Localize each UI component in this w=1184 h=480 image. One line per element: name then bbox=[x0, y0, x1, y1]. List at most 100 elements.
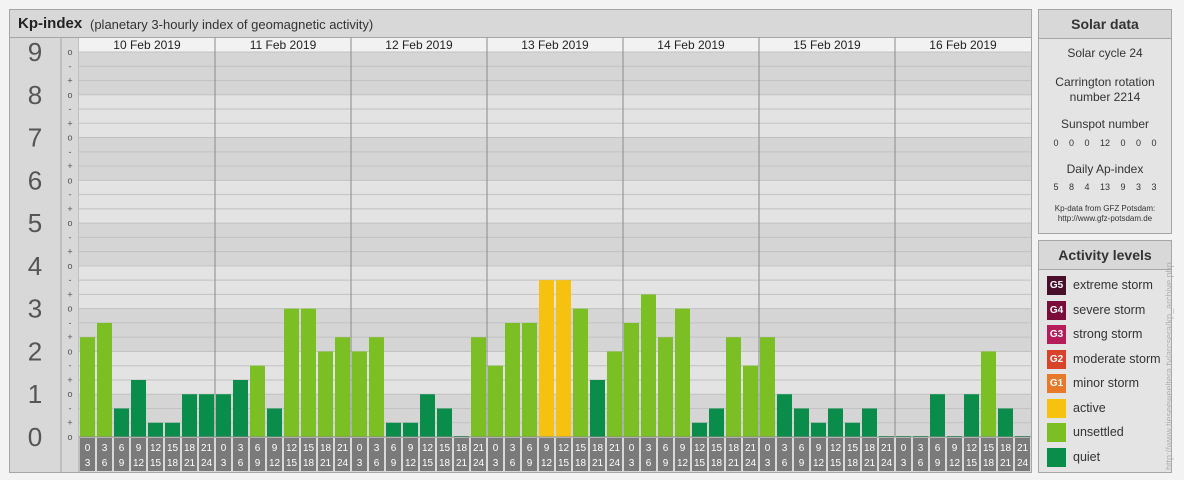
hour-tick-end: 24 bbox=[337, 458, 349, 469]
kp-bar bbox=[794, 408, 809, 437]
ap-label: Daily Ap-index bbox=[1066, 162, 1144, 176]
band bbox=[79, 137, 1031, 181]
hour-tick-start: 12 bbox=[558, 443, 570, 454]
kp-bar bbox=[148, 422, 163, 437]
kp-bar bbox=[80, 337, 95, 437]
hour-tick-end: 9 bbox=[527, 458, 533, 469]
level-label: unsettled bbox=[1073, 425, 1124, 439]
day-label: 13 Feb 2019 bbox=[521, 38, 589, 52]
y-tick-label: 8 bbox=[28, 80, 42, 110]
level-swatch bbox=[1047, 447, 1066, 467]
kp-bar bbox=[624, 322, 639, 437]
hour-tick-start: 9 bbox=[816, 443, 822, 454]
hour-tick-start: 15 bbox=[167, 443, 179, 454]
kp-bar bbox=[488, 365, 503, 437]
y-tick-label: 1 bbox=[28, 379, 42, 409]
day-label: 16 Feb 2019 bbox=[929, 38, 997, 52]
kp-bar bbox=[675, 308, 690, 437]
hour-tick-end: 21 bbox=[456, 458, 468, 469]
minor-tick-label: - bbox=[69, 232, 72, 242]
hour-tick-start: 15 bbox=[847, 443, 859, 454]
kp-bar bbox=[726, 337, 741, 437]
kp-bar bbox=[318, 351, 333, 437]
minor-tick-label: o bbox=[67, 218, 72, 228]
kp-bar bbox=[250, 365, 265, 437]
minor-tick-label: - bbox=[69, 190, 72, 200]
minor-tick-label: o bbox=[67, 389, 72, 399]
hour-tick-start: 9 bbox=[408, 443, 414, 454]
hour-tick-start: 6 bbox=[255, 443, 261, 454]
hour-tick-start: 9 bbox=[272, 443, 278, 454]
hour-tick-start: 6 bbox=[935, 443, 941, 454]
y-tick-label: 7 bbox=[28, 123, 42, 153]
hour-tick-end: 3 bbox=[221, 458, 227, 469]
activity-level-extreme-storm: G5 extreme storm bbox=[1047, 276, 1171, 296]
kp-bar bbox=[743, 365, 758, 437]
hour-tick-start: 21 bbox=[473, 443, 485, 454]
day-label: 10 Feb 2019 bbox=[113, 38, 181, 52]
hour-tick-end: 18 bbox=[167, 458, 179, 469]
band bbox=[79, 180, 1031, 224]
hour-tick-start: 3 bbox=[510, 443, 516, 454]
band bbox=[79, 94, 1031, 138]
minor-tick-label: + bbox=[67, 118, 72, 128]
activity-level-quiet: quiet bbox=[1047, 447, 1171, 468]
hour-tick-end: 12 bbox=[677, 458, 689, 469]
minor-tick-label: o bbox=[67, 47, 72, 57]
hour-tick-end: 9 bbox=[119, 458, 125, 469]
kp-bar bbox=[573, 308, 588, 437]
hour-tick-end: 6 bbox=[918, 458, 924, 469]
activity-level-active: active bbox=[1047, 398, 1171, 419]
hour-tick-start: 6 bbox=[391, 443, 397, 454]
minor-tick-label: - bbox=[69, 147, 72, 157]
minor-tick-label: o bbox=[67, 175, 72, 185]
hour-tick-start: 12 bbox=[286, 443, 298, 454]
hour-tick-end: 9 bbox=[255, 458, 261, 469]
hour-tick-end: 12 bbox=[133, 458, 145, 469]
level-label: strong storm bbox=[1073, 327, 1143, 341]
hour-tick-end: 18 bbox=[847, 458, 859, 469]
hour-tick-start: 21 bbox=[201, 443, 213, 454]
y-tick-label: 4 bbox=[28, 251, 42, 281]
kp-chart-frame: Kp-index (planetary 3-hourly index of ge… bbox=[9, 9, 1032, 473]
hour-tick-start: 9 bbox=[952, 443, 958, 454]
hour-tick-start: 9 bbox=[136, 443, 142, 454]
level-label: extreme storm bbox=[1073, 278, 1153, 292]
kp-bar bbox=[811, 422, 826, 437]
hour-tick-end: 3 bbox=[85, 458, 91, 469]
kp-bar bbox=[590, 379, 605, 437]
y-tick-label: 2 bbox=[28, 336, 42, 366]
minor-tick-label: + bbox=[67, 247, 72, 257]
hour-tick-end: 21 bbox=[184, 458, 196, 469]
hour-tick-end: 6 bbox=[782, 458, 788, 469]
hour-tick-end: 18 bbox=[439, 458, 451, 469]
minor-tick-label: - bbox=[69, 318, 72, 328]
band bbox=[79, 52, 1031, 95]
day-label: 11 Feb 2019 bbox=[250, 38, 317, 52]
hour-tick-end: 15 bbox=[286, 458, 298, 469]
kp-bar bbox=[981, 351, 996, 437]
hour-tick-end: 24 bbox=[609, 458, 621, 469]
hour-tick-end: 21 bbox=[864, 458, 876, 469]
minor-tick-label: + bbox=[67, 375, 72, 385]
level-swatch bbox=[1047, 398, 1066, 418]
hour-tick-start: 15 bbox=[983, 443, 995, 454]
hour-tick-start: 6 bbox=[799, 443, 805, 454]
hour-tick-start: 9 bbox=[544, 443, 550, 454]
kp-bar bbox=[692, 422, 707, 437]
kp-bar bbox=[709, 408, 724, 437]
hour-tick-start: 18 bbox=[864, 443, 876, 454]
carrington-line2: number 2214 bbox=[1069, 90, 1141, 104]
level-label: moderate storm bbox=[1073, 351, 1161, 366]
hour-tick-end: 15 bbox=[966, 458, 978, 469]
hour-tick-start: 3 bbox=[374, 443, 380, 454]
kp-bar bbox=[352, 351, 367, 437]
minor-tick-label: o bbox=[67, 261, 72, 271]
kp-bar bbox=[539, 280, 554, 437]
hour-tick-end: 12 bbox=[813, 458, 825, 469]
kp-bar bbox=[369, 337, 384, 437]
kp-bar-chart: 0123456789o+-o+-o+-o+-o+-o+-o+-o+-o+-o 10… bbox=[10, 38, 1031, 472]
hour-tick-end: 21 bbox=[728, 458, 740, 469]
hour-tick-end: 9 bbox=[935, 458, 941, 469]
hour-tick-end: 6 bbox=[510, 458, 516, 469]
